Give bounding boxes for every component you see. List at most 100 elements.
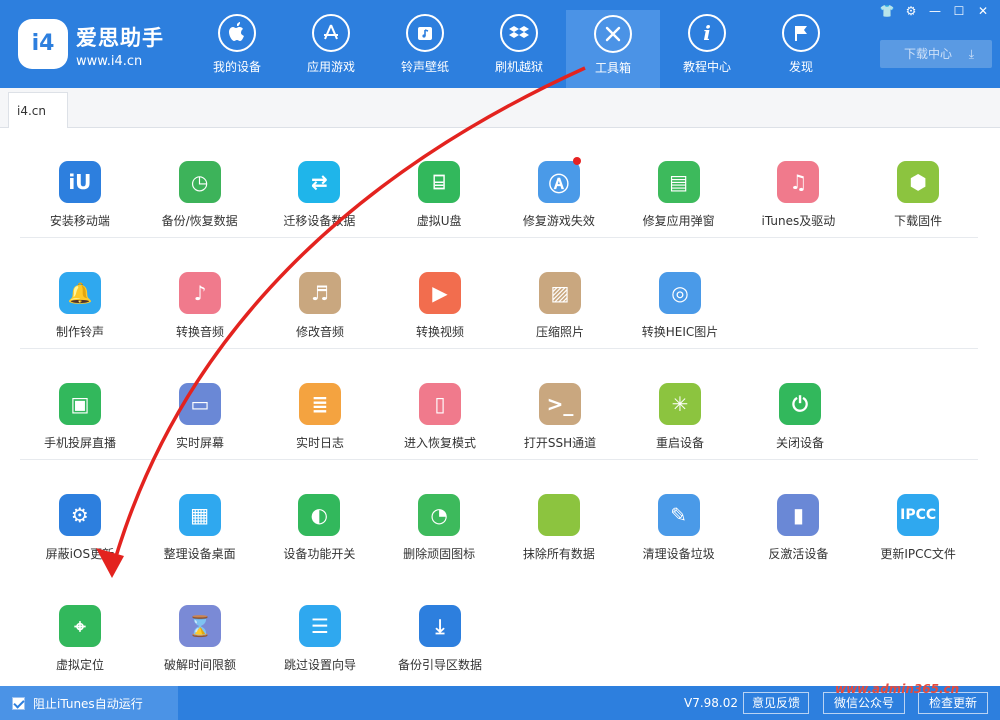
location-pin-icon: ⌖ bbox=[59, 605, 101, 647]
nav-discover[interactable]: 发现 bbox=[754, 0, 848, 88]
tool-label: 转换HEIC图片 bbox=[641, 325, 719, 339]
tool-label: 整理设备桌面 bbox=[163, 547, 236, 561]
nav-toolbox[interactable]: 工具箱 bbox=[566, 10, 660, 88]
tab-bar: i4.cn bbox=[0, 88, 1000, 128]
tool-item[interactable]: ▮ 反激活设备 bbox=[739, 461, 859, 571]
download-center-button[interactable]: 下载中心 ⤓ bbox=[880, 40, 992, 68]
app-store-icon bbox=[312, 14, 350, 52]
maximize-icon[interactable]: ☐ bbox=[950, 3, 968, 19]
tool-item[interactable]: ⌖ 虚拟定位 bbox=[20, 572, 140, 682]
tool-row: ⌖ 虚拟定位 ⌛ 破解时间限额 ☰ 跳过设置向导 ⤓ 备份引导区数据 bbox=[20, 572, 978, 682]
tool-item[interactable]: >_ 打开SSH通道 bbox=[500, 350, 620, 460]
close-icon[interactable]: ✕ bbox=[974, 3, 992, 19]
nav-jailbreak[interactable]: 刷机越狱 bbox=[472, 0, 566, 88]
nav-ringtones[interactable]: 铃声壁纸 bbox=[378, 0, 472, 88]
tool-label: 屏蔽iOS更新 bbox=[45, 547, 115, 561]
tool-label: 实时屏幕 bbox=[175, 436, 224, 450]
version-label: V7.98.02 bbox=[684, 696, 739, 710]
tool-item[interactable]: ▯ 进入恢复模式 bbox=[380, 350, 500, 460]
tool-item[interactable]: 🔔 制作铃声 bbox=[20, 239, 140, 349]
tool-label: 清理设备垃圾 bbox=[642, 547, 715, 561]
tool-item[interactable]: ⤓ 备份引导区数据 bbox=[380, 572, 500, 682]
music-icon bbox=[406, 14, 444, 52]
tool-item[interactable]: Ⓐ 修复游戏失效 bbox=[499, 128, 619, 238]
tool-item[interactable]: ▶ 转换视频 bbox=[380, 239, 500, 349]
minimize-icon[interactable]: — bbox=[926, 3, 944, 19]
tool-item[interactable]: ▣ 手机投屏直播 bbox=[20, 350, 140, 460]
tool-label: 手机投屏直播 bbox=[43, 436, 116, 450]
tool-item[interactable]: 抹除所有数据 bbox=[499, 461, 619, 571]
tool-item[interactable]: ⬢ 下载固件 bbox=[858, 128, 978, 238]
shirt-icon[interactable]: 👕 bbox=[878, 3, 896, 19]
document-icon: ≣ bbox=[299, 383, 341, 425]
tool-item[interactable]: ⇄ 迁移设备数据 bbox=[260, 128, 380, 238]
block-update-gear-icon: ⚙ bbox=[58, 494, 101, 536]
tool-item[interactable]: ✳ 重启设备 bbox=[620, 350, 740, 460]
tool-label: 关闭设备 bbox=[775, 436, 824, 450]
nav-my-device[interactable]: 我的设备 bbox=[190, 0, 284, 88]
tool-label: 虚拟U盘 bbox=[416, 214, 462, 228]
notification-dot bbox=[573, 157, 581, 165]
tool-label: 下载固件 bbox=[894, 214, 943, 228]
tool-item[interactable]: iU 安装移动端 bbox=[20, 128, 140, 238]
boot-backup-icon: ⤓ bbox=[419, 605, 461, 647]
nav-label: 应用游戏 bbox=[306, 60, 355, 74]
tool-item[interactable]: ☰ 跳过设置向导 bbox=[260, 572, 380, 682]
power-icon: ⏻ bbox=[779, 383, 821, 425]
tool-label: 破解时间限额 bbox=[163, 658, 236, 672]
tool-label: 重启设备 bbox=[655, 436, 704, 450]
feedback-button[interactable]: 意见反馈 bbox=[743, 692, 809, 714]
info-icon: i bbox=[688, 14, 726, 52]
tool-item[interactable]: ⌸ 虚拟U盘 bbox=[379, 128, 499, 238]
audio-edit-icon: ♬ bbox=[299, 272, 341, 314]
tool-item[interactable]: ◎ 转换HEIC图片 bbox=[620, 239, 740, 349]
tool-label: 迁移设备数据 bbox=[283, 214, 356, 228]
tool-item[interactable]: ⌛ 破解时间限额 bbox=[140, 572, 260, 682]
toggle-icon: ◐ bbox=[298, 494, 341, 536]
flag-icon bbox=[782, 14, 820, 52]
tool-item[interactable]: IPCC 更新IPCC文件 bbox=[858, 461, 978, 571]
tool-item[interactable]: ▭ 实时屏幕 bbox=[140, 350, 260, 460]
apple-erase-icon bbox=[537, 494, 580, 536]
tool-label: 抹除所有数据 bbox=[522, 547, 595, 561]
tool-item[interactable]: ≣ 实时日志 bbox=[260, 350, 380, 460]
nav-apps-games[interactable]: 应用游戏 bbox=[284, 0, 378, 88]
app-window: i4 爱思助手 www.i4.cn 我的设备 应用游戏 铃声壁纸 刷机越狱 工具… bbox=[0, 0, 1000, 720]
tab-i4cn[interactable]: i4.cn bbox=[8, 92, 68, 128]
tool-label: 修改音频 bbox=[295, 325, 344, 339]
tool-item[interactable]: ▦ 整理设备桌面 bbox=[140, 461, 260, 571]
phone-cable-icon: ▯ bbox=[419, 383, 461, 425]
broom-icon: ✎ bbox=[657, 494, 700, 536]
tool-row: 🔔 制作铃声 ♪ 转换音频 ♬ 修改音频 ▶ 转换视频 ▨ 压缩照片 ◎ 转换HEIC图片 bbox=[20, 239, 978, 349]
toolbox-grid: iU 安装移动端 ◷ 备份/恢复数据 ⇄ 迁移设备数据 ⌸ 虚拟U盘 Ⓐ 修复游戏失效 ▤ 修复应用弹… bbox=[0, 128, 1000, 686]
music-note-icon: ♪ bbox=[179, 272, 221, 314]
tool-item[interactable]: ▨ 压缩照片 bbox=[500, 239, 620, 349]
tool-item[interactable]: ◔ 删除顽固图标 bbox=[379, 461, 499, 571]
nav-tutorials[interactable]: i 教程中心 bbox=[660, 0, 754, 88]
monitor-icon: ▭ bbox=[179, 383, 221, 425]
tool-item[interactable]: ♪ 转换音频 bbox=[140, 239, 260, 349]
tool-item[interactable]: ⚙ 屏蔽iOS更新 bbox=[20, 461, 140, 571]
tool-item[interactable]: ♬ 修改音频 bbox=[260, 239, 380, 349]
tool-label: iTunes及驱动 bbox=[761, 214, 836, 228]
tool-item[interactable]: ◐ 设备功能开关 bbox=[260, 461, 380, 571]
tool-row: ⚙ 屏蔽iOS更新 ▦ 整理设备桌面 ◐ 设备功能开关 ◔ 删除顽固图标 抹除所有数据 ✎ 清理设备… bbox=[20, 461, 978, 571]
nav-label: 工具箱 bbox=[594, 61, 631, 75]
block-itunes-checkbox-row[interactable]: 阻止iTunes自动运行 bbox=[12, 686, 143, 720]
tool-label: 更新IPCC文件 bbox=[880, 547, 956, 561]
block-itunes-checkbox[interactable] bbox=[12, 696, 25, 710]
tool-item[interactable]: ⏻ 关闭设备 bbox=[740, 350, 860, 460]
tool-item[interactable]: ♫ iTunes及驱动 bbox=[739, 128, 859, 238]
tool-item[interactable]: ◷ 备份/恢复数据 bbox=[140, 128, 260, 238]
watermark: www.admin365.cn bbox=[835, 682, 960, 696]
tool-item[interactable]: ✎ 清理设备垃圾 bbox=[619, 461, 739, 571]
nav-label: 我的设备 bbox=[212, 60, 261, 74]
tool-label: 修复应用弹窗 bbox=[642, 214, 715, 228]
play-icon: ▶ bbox=[419, 272, 461, 314]
tool-item[interactable]: ▤ 修复应用弹窗 bbox=[619, 128, 739, 238]
main-nav: 我的设备 应用游戏 铃声壁纸 刷机越狱 工具箱 i 教程中心 发现 bbox=[190, 0, 848, 88]
top-header: i4 爱思助手 www.i4.cn 我的设备 应用游戏 铃声壁纸 刷机越狱 工具… bbox=[0, 0, 1000, 88]
gear-icon[interactable]: ⚙ bbox=[902, 3, 920, 19]
skip-setup-icon: ☰ bbox=[299, 605, 341, 647]
tool-label: 打开SSH通道 bbox=[523, 436, 597, 450]
